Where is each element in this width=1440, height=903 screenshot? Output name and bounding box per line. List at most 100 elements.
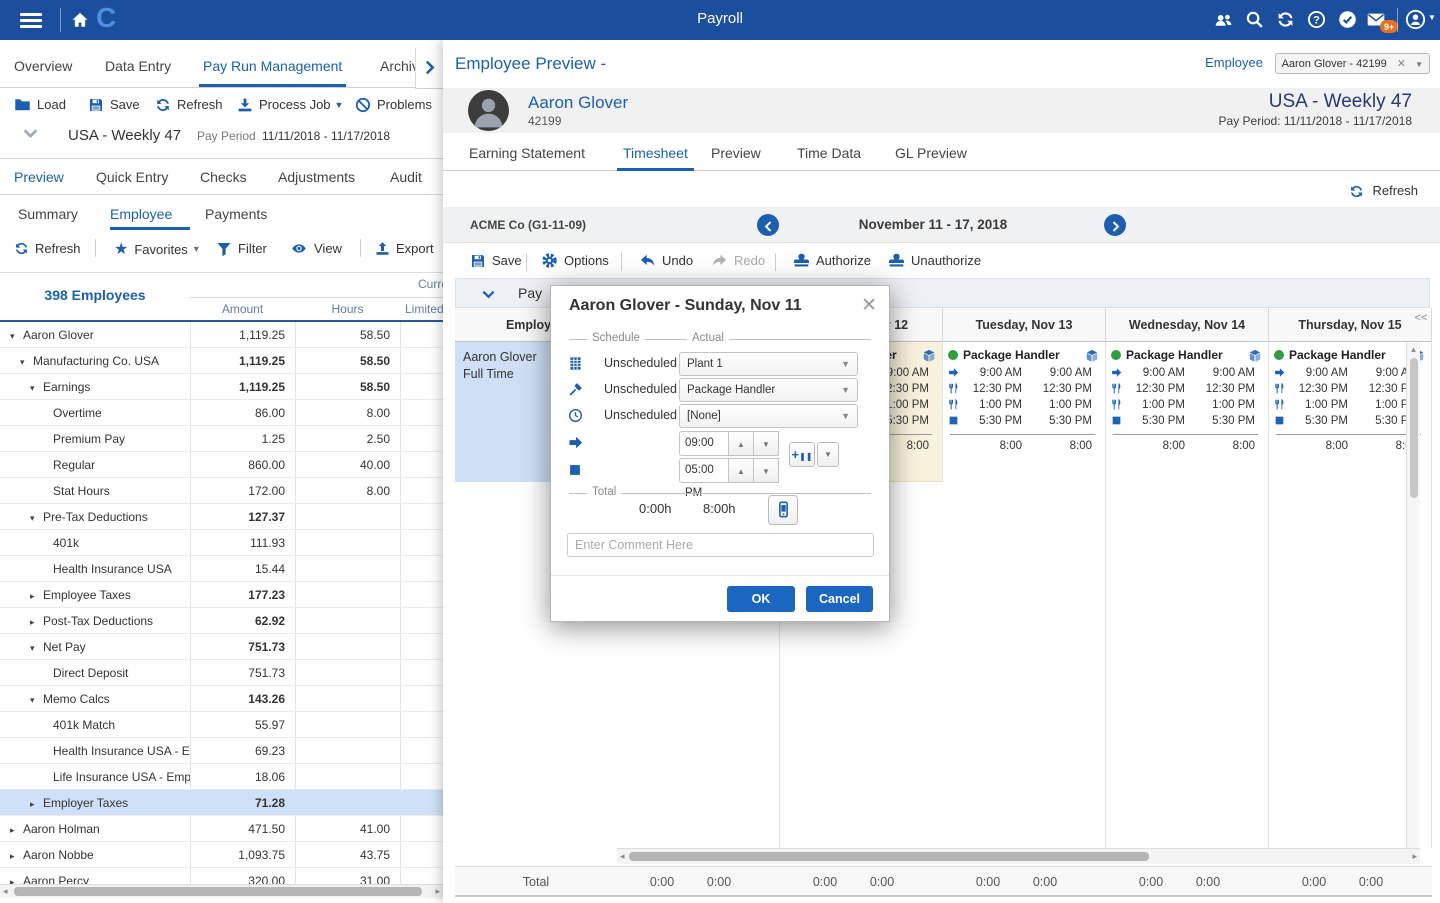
table-row[interactable]: ▾Earnings1,119.2558.50 — [0, 374, 443, 400]
view-button[interactable]: View — [290, 240, 342, 256]
tab-employee[interactable]: Employee — [110, 206, 172, 222]
day-cell[interactable]: Package Handler9:00 AM9:00 AM12:30 PM12:… — [943, 342, 1106, 848]
authorize-button[interactable]: Authorize — [793, 252, 871, 269]
transfer-cube-icon[interactable] — [1085, 347, 1099, 365]
table-row[interactable]: 401k111.93 — [0, 530, 443, 556]
punch-row[interactable]: 5:30 PM5:30 PM — [943, 414, 1105, 430]
collapse-icon[interactable]: ▾ — [30, 375, 43, 400]
table-row[interactable]: Premium Pay1.252.50 — [0, 426, 443, 452]
save-button[interactable]: Save — [88, 96, 140, 113]
tab-data-entry[interactable]: Data Entry — [105, 58, 171, 74]
time-down-button[interactable]: ▼ — [754, 458, 779, 483]
table-row[interactable]: Regular860.0040.00 — [0, 452, 443, 478]
day-column-header[interactable]: Wednesday, Nov 14 — [1106, 308, 1269, 342]
process-job-button[interactable]: Process Job▼ — [237, 96, 343, 113]
punch-out-time-input[interactable]: 05:00 PM — [679, 458, 729, 483]
punch-row[interactable]: 5:30 PM5:30 PM — [1106, 414, 1268, 430]
time-up-button[interactable]: ▲ — [729, 431, 754, 456]
employee-combobox[interactable]: Aaron Glover - 42199 ✕ ▼ — [1275, 53, 1430, 74]
table-row[interactable]: Direct Deposit751.73 — [0, 660, 443, 686]
options-button[interactable]: Options — [541, 252, 609, 269]
tab-preview[interactable]: Preview — [711, 145, 761, 161]
table-row[interactable]: ▸Aaron Percy320.0031.00 — [0, 868, 443, 884]
refresh-list-button[interactable]: Refresh — [14, 240, 81, 256]
tab-timesheet[interactable]: Timesheet — [623, 145, 688, 161]
collapse-chevron-icon[interactable] — [22, 125, 39, 143]
position-select[interactable]: Package Handler▼ — [679, 378, 858, 402]
punch-row[interactable]: 9:00 AM9:00 AM — [943, 366, 1105, 382]
tab-pay-run-management[interactable]: Pay Run Management — [203, 58, 342, 74]
time-down-button[interactable]: ▼ — [754, 431, 779, 456]
timesheet-vertical-scrollbar[interactable]: ▴ — [1406, 342, 1420, 848]
check-circle-icon[interactable] — [1338, 10, 1357, 29]
table-row[interactable]: Stat Hours172.008.00 — [0, 478, 443, 504]
collapse-icon[interactable]: ▾ — [30, 687, 43, 712]
help-icon[interactable] — [1307, 10, 1326, 29]
close-icon[interactable]: ✕ — [861, 294, 877, 317]
docket-select[interactable]: [None]▼ — [679, 404, 858, 428]
column-hours[interactable]: Hours — [295, 302, 400, 316]
export-button[interactable]: Export — [375, 240, 434, 256]
table-row[interactable]: ▸Aaron Nobbe1,093.7543.75 — [0, 842, 443, 868]
table-row[interactable]: ▾Pre-Tax Deductions127.37 — [0, 504, 443, 530]
expand-icon[interactable]: ▸ — [10, 869, 23, 884]
load-button[interactable]: Load — [14, 96, 66, 113]
table-row[interactable]: Health Insurance USA - Emp...69.23 — [0, 738, 443, 764]
expand-panel-button[interactable] — [415, 48, 443, 89]
day-column-header[interactable]: Tuesday, Nov 13 — [943, 308, 1106, 342]
table-row[interactable]: Overtime86.008.00 — [0, 400, 443, 426]
mail-icon[interactable]: 9+ — [1366, 10, 1386, 29]
ok-button[interactable]: OK — [727, 586, 795, 612]
timesheet-refresh-button[interactable]: Refresh — [1349, 183, 1418, 199]
table-row[interactable]: ▸Post-Tax Deductions62.92 — [0, 608, 443, 634]
transfer-cube-icon[interactable] — [922, 347, 936, 365]
favorites-button[interactable]: ★Favorites▼ — [114, 239, 201, 259]
refresh-button[interactable]: Refresh — [155, 96, 223, 113]
punch-row[interactable]: 1:00 PM1:00 PM — [1106, 398, 1268, 414]
table-row[interactable]: ▸Aaron Holman471.5041.00 — [0, 816, 443, 842]
location-select[interactable]: Plant 1▼ — [679, 352, 858, 376]
time-up-button[interactable]: ▲ — [729, 458, 754, 483]
table-row[interactable]: ▾Manufacturing Co. USA1,119.2558.50 — [0, 348, 443, 374]
tab-gl-preview[interactable]: GL Preview — [895, 145, 967, 161]
tab-adjustments[interactable]: Adjustments — [278, 169, 355, 185]
chevron-down-icon[interactable] — [481, 286, 496, 304]
tab-payments[interactable]: Payments — [205, 206, 267, 222]
redo-button[interactable]: Redo — [711, 252, 765, 269]
expand-icon[interactable]: ▸ — [30, 583, 43, 608]
clear-icon[interactable]: ✕ — [1397, 58, 1406, 70]
punch-row[interactable]: 1:00 PM1:00 PM — [943, 398, 1105, 414]
tab-earning-statement[interactable]: Earning Statement — [469, 145, 585, 161]
tab-time-data[interactable]: Time Data — [797, 145, 861, 161]
tab-audit[interactable]: Audit — [390, 169, 422, 185]
collapse-icon[interactable]: ▾ — [20, 349, 33, 374]
punch-in-time-input[interactable]: 09:00 AM — [679, 431, 729, 456]
tab-quick-entry[interactable]: Quick Entry — [96, 169, 168, 185]
tab-preview[interactable]: Preview — [14, 169, 64, 185]
punch-row[interactable]: 12:30 PM12:30 PM — [943, 382, 1105, 398]
tab-overview[interactable]: Overview — [14, 58, 72, 74]
table-row[interactable]: 401k Match55.97 — [0, 712, 443, 738]
undo-button[interactable]: Undo — [639, 252, 693, 269]
collapse-columns-button[interactable]: << — [1408, 312, 1434, 330]
sync-icon[interactable] — [1276, 10, 1295, 29]
collapse-icon[interactable]: ▾ — [30, 635, 43, 660]
column-amount[interactable]: Amount — [190, 302, 295, 316]
punch-row[interactable]: 12:30 PM12:30 PM — [1106, 382, 1268, 398]
chevron-down-icon[interactable]: ▼ — [1415, 60, 1423, 69]
group-icon[interactable] — [1214, 11, 1233, 30]
cancel-button[interactable]: Cancel — [806, 586, 873, 612]
collapse-icon[interactable]: ▾ — [30, 505, 43, 530]
tab-checks[interactable]: Checks — [200, 169, 247, 185]
unauthorize-button[interactable]: Unauthorize — [888, 252, 981, 269]
previous-week-button[interactable] — [757, 214, 779, 236]
expand-icon[interactable]: ▸ — [30, 609, 43, 634]
expand-icon[interactable]: ▸ — [10, 817, 23, 842]
left-horizontal-scrollbar[interactable]: ◂ ▸ — [0, 884, 443, 898]
punch-row[interactable]: 9:00 AM9:00 AM — [1106, 366, 1268, 382]
expand-icon[interactable]: ▸ — [30, 791, 43, 816]
next-week-button[interactable] — [1104, 214, 1126, 236]
add-punch-caret-button[interactable]: ▼ — [817, 442, 839, 467]
table-row[interactable]: ▸Employer Taxes71.28 — [0, 790, 443, 816]
tab-summary[interactable]: Summary — [18, 206, 78, 222]
